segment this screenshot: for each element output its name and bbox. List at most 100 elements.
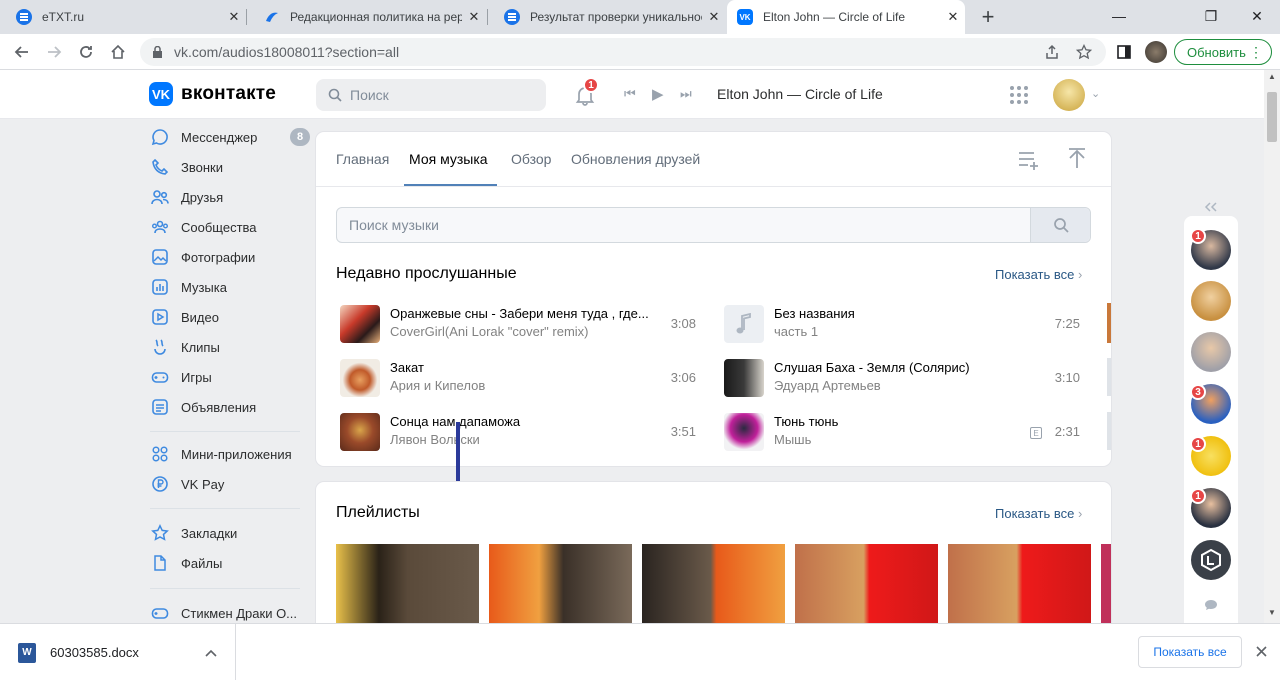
track-row[interactable]: Закат Ария и Кипелов 3:06 xyxy=(340,356,710,400)
sidebar-divider xyxy=(150,431,300,432)
communities-icon xyxy=(150,217,170,237)
track-title[interactable]: Оранжевые сны - Забери меня туда , где..… xyxy=(390,306,660,321)
browser-tab-vk-active[interactable]: VK Elton John — Circle of Life ✕ xyxy=(727,0,965,34)
chat-avatar[interactable] xyxy=(1191,540,1231,580)
track-row[interactable]: Оранжевые сны - Забери меня туда , где..… xyxy=(340,302,710,346)
sidebar-item-games[interactable]: Игры xyxy=(150,362,310,392)
track-artist[interactable]: часть 1 xyxy=(774,324,818,339)
track-row[interactable]: Тюнь тюнь Мышь E 2:31 xyxy=(724,410,1094,454)
maximize-button[interactable]: ❐ xyxy=(1188,0,1234,32)
sidebar-item-friends[interactable]: Друзья xyxy=(150,182,310,212)
playlist-cover[interactable] xyxy=(795,544,938,624)
tab-main[interactable]: Главная xyxy=(336,151,389,167)
next-track-icon[interactable]: ⏭ xyxy=(680,86,692,102)
sidebar-item-ads[interactable]: Объявления xyxy=(150,392,310,422)
scroll-up-arrow-icon[interactable]: ▲ xyxy=(1268,72,1276,81)
profile-chevron-down-icon[interactable]: ⌄ xyxy=(1091,87,1100,100)
close-downloads-icon[interactable] xyxy=(1256,646,1267,657)
collapse-double-chevron-icon[interactable] xyxy=(1203,202,1219,212)
vk-services-grid-icon[interactable] xyxy=(1010,86,1028,104)
track-artist[interactable]: Эдуард Артемьев xyxy=(774,378,881,393)
tab-close-icon[interactable]: ✕ xyxy=(941,9,965,25)
playlist-cover[interactable] xyxy=(336,544,479,624)
tab-close-icon[interactable]: ✕ xyxy=(462,9,486,25)
upload-icon[interactable] xyxy=(1068,148,1086,170)
track-row[interactable]: Слушая Баха - Земля (Солярис) Эдуард Арт… xyxy=(724,356,1094,400)
track-artist[interactable]: Лявон Вольски xyxy=(390,432,480,447)
playlist-cover[interactable] xyxy=(1101,544,1111,624)
sidebar-item-communities[interactable]: Сообщества xyxy=(150,212,310,242)
sidebar-item-mini-apps[interactable]: Мини-приложения xyxy=(150,439,310,469)
playlist-cover[interactable] xyxy=(948,544,1091,624)
recent-show-all-link[interactable]: Показать все › xyxy=(995,267,1082,282)
track-title[interactable]: Слушая Баха - Земля (Солярис) xyxy=(774,360,1044,375)
apps-icon xyxy=(150,444,170,464)
track-title[interactable]: Сонца нам дапаможа xyxy=(390,414,660,429)
reload-button[interactable] xyxy=(72,38,100,66)
track-title[interactable]: Тюнь тюнь xyxy=(774,414,1044,429)
header-search-input[interactable]: Поиск xyxy=(316,79,546,111)
now-playing-title[interactable]: Elton John — Circle of Life xyxy=(717,86,883,102)
sidebar-item-vk-pay[interactable]: VK Pay xyxy=(150,469,310,499)
sidebar-item-calls[interactable]: Звонки xyxy=(150,152,310,182)
sidebar-item-clips[interactable]: Клипы xyxy=(150,332,310,362)
notifications-badge: 1 xyxy=(583,77,599,93)
update-browser-button[interactable]: Обновить ⋮ xyxy=(1174,39,1272,65)
back-button[interactable] xyxy=(8,38,36,66)
track-row[interactable]: Без названия часть 1 7:25 xyxy=(724,302,1094,346)
previous-track-icon[interactable]: ⏮ xyxy=(624,86,636,102)
sidebar-item-messenger[interactable]: Мессенджер 8 xyxy=(150,122,310,152)
scroll-down-arrow-icon[interactable]: ▼ xyxy=(1268,608,1276,617)
scrollbar-thumb[interactable] xyxy=(1267,92,1277,142)
playlist-cover[interactable] xyxy=(489,544,632,624)
track-title[interactable]: Закат xyxy=(390,360,660,375)
music-search-button[interactable] xyxy=(1030,208,1090,242)
tab-my-music[interactable]: Моя музыка xyxy=(409,151,488,167)
tab-explore[interactable]: Обзор xyxy=(511,151,551,167)
new-tab-button[interactable]: + xyxy=(976,5,1000,29)
browser-tab-uniqueness[interactable]: Результат проверки уникальнос ✕ xyxy=(488,0,726,34)
sidebar-item-bookmarks[interactable]: Закладки xyxy=(150,518,310,548)
address-bar[interactable]: vk.com/audios18008011?section=all xyxy=(140,38,1106,66)
add-playlist-icon[interactable] xyxy=(1018,150,1042,170)
home-button[interactable] xyxy=(104,38,132,66)
sidebar-item-music[interactable]: Музыка xyxy=(150,272,310,302)
sidebar-item-photos[interactable]: Фотографии xyxy=(150,242,310,272)
downloads-show-all-button[interactable]: Показать все xyxy=(1138,636,1242,668)
tab-close-icon[interactable]: ✕ xyxy=(222,9,246,25)
forward-button[interactable] xyxy=(40,38,68,66)
play-icon[interactable]: ▶ xyxy=(652,85,664,103)
chevron-up-icon[interactable] xyxy=(205,649,217,657)
vk-favicon-icon: VK xyxy=(737,9,753,25)
playlists-show-all-link[interactable]: Показать все › xyxy=(995,506,1082,521)
window-close-button[interactable]: ✕ xyxy=(1234,0,1280,32)
page-scrollbar[interactable]: ▲ ▼ xyxy=(1264,70,1280,623)
download-item[interactable]: W 60303585.docx xyxy=(0,624,236,680)
track-artist[interactable]: Ария и Кипелов xyxy=(390,378,485,393)
vk-logo[interactable]: VK вконтакте xyxy=(149,82,276,106)
chat-avatar[interactable] xyxy=(1191,332,1231,372)
track-artist[interactable]: Мышь xyxy=(774,432,811,447)
hexagon-logo-icon xyxy=(1201,548,1221,572)
tab-friends-updates[interactable]: Обновления друзей xyxy=(571,151,700,167)
user-avatar[interactable] xyxy=(1053,79,1085,111)
music-search-input[interactable]: Поиск музыки xyxy=(336,207,1091,243)
tab-close-icon[interactable]: ✕ xyxy=(702,9,726,25)
share-icon[interactable] xyxy=(1044,44,1060,60)
browser-tab-policy[interactable]: Редакционная политика на рер ✕ xyxy=(248,0,486,34)
track-row[interactable]: Сонца нам дапаможа Лявон Вольски 3:51 xyxy=(340,410,710,454)
bookmark-star-icon[interactable] xyxy=(1076,44,1092,60)
browser-tab-etxt[interactable]: eTXT.ru ✕ xyxy=(0,0,246,34)
playlist-cover[interactable] xyxy=(642,544,785,624)
track-title[interactable]: Без названия xyxy=(774,306,1044,321)
sidebar-item-video[interactable]: Видео xyxy=(150,302,310,332)
side-panel-icon[interactable] xyxy=(1116,44,1132,60)
chat-avatar[interactable] xyxy=(1191,281,1231,321)
sidebar-item-label: Мини-приложения xyxy=(181,446,292,462)
profile-avatar[interactable] xyxy=(1145,41,1167,63)
chat-bubble-icon[interactable] xyxy=(1204,599,1218,611)
track-artist[interactable]: CoverGirl(Ani Lorak "cover" remix) xyxy=(390,324,589,339)
sidebar-item-files[interactable]: Файлы xyxy=(150,548,310,578)
minimize-button[interactable]: — xyxy=(1096,0,1142,32)
notifications-button[interactable]: 1 xyxy=(574,77,599,106)
